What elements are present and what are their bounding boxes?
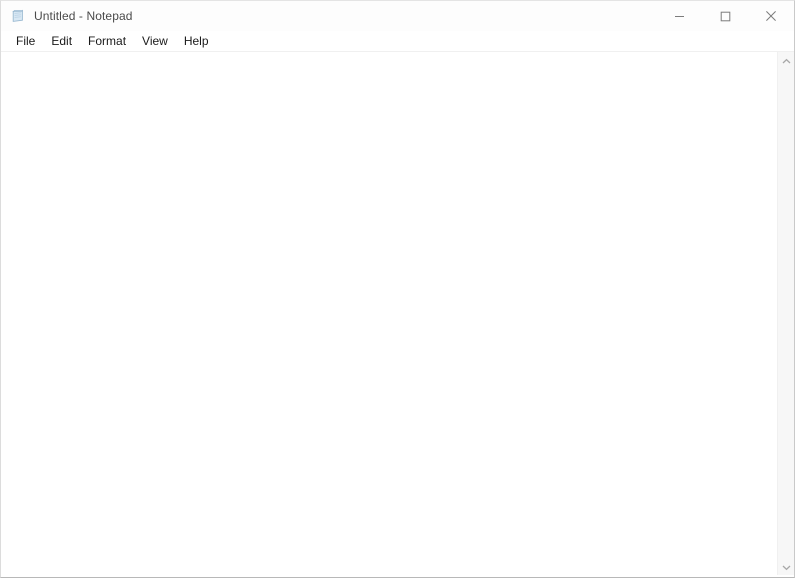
close-icon: [765, 10, 777, 22]
close-button[interactable]: [748, 1, 794, 31]
menu-edit[interactable]: Edit: [43, 32, 80, 51]
chevron-down-icon: [782, 558, 791, 576]
menu-help[interactable]: Help: [176, 32, 217, 51]
window-controls: [656, 1, 794, 31]
client-area: [1, 52, 794, 575]
title-bar[interactable]: Untitled - Notepad: [1, 1, 794, 31]
scrollbar-track[interactable]: [778, 69, 794, 558]
menu-view[interactable]: View: [134, 32, 176, 51]
menu-file[interactable]: File: [8, 32, 43, 51]
maximize-button[interactable]: [702, 1, 748, 31]
minimize-button[interactable]: [656, 1, 702, 31]
minimize-icon: [674, 11, 685, 22]
window-bottom-strip: [1, 575, 794, 577]
scroll-down-button[interactable]: [778, 558, 794, 575]
notepad-icon: [10, 8, 26, 24]
title-bar-left: Untitled - Notepad: [1, 8, 133, 24]
scroll-up-button[interactable]: [778, 52, 794, 69]
menu-format[interactable]: Format: [80, 32, 134, 51]
maximize-icon: [720, 11, 731, 22]
notepad-window: Untitled - Notepad File Edit Format View…: [0, 0, 795, 578]
vertical-scrollbar[interactable]: [777, 52, 794, 575]
window-title: Untitled - Notepad: [34, 9, 133, 23]
chevron-up-icon: [782, 52, 791, 70]
menu-bar: File Edit Format View Help: [1, 31, 794, 52]
desktop-background: Untitled - Notepad File Edit Format View…: [0, 0, 800, 586]
text-editor[interactable]: [1, 52, 777, 575]
